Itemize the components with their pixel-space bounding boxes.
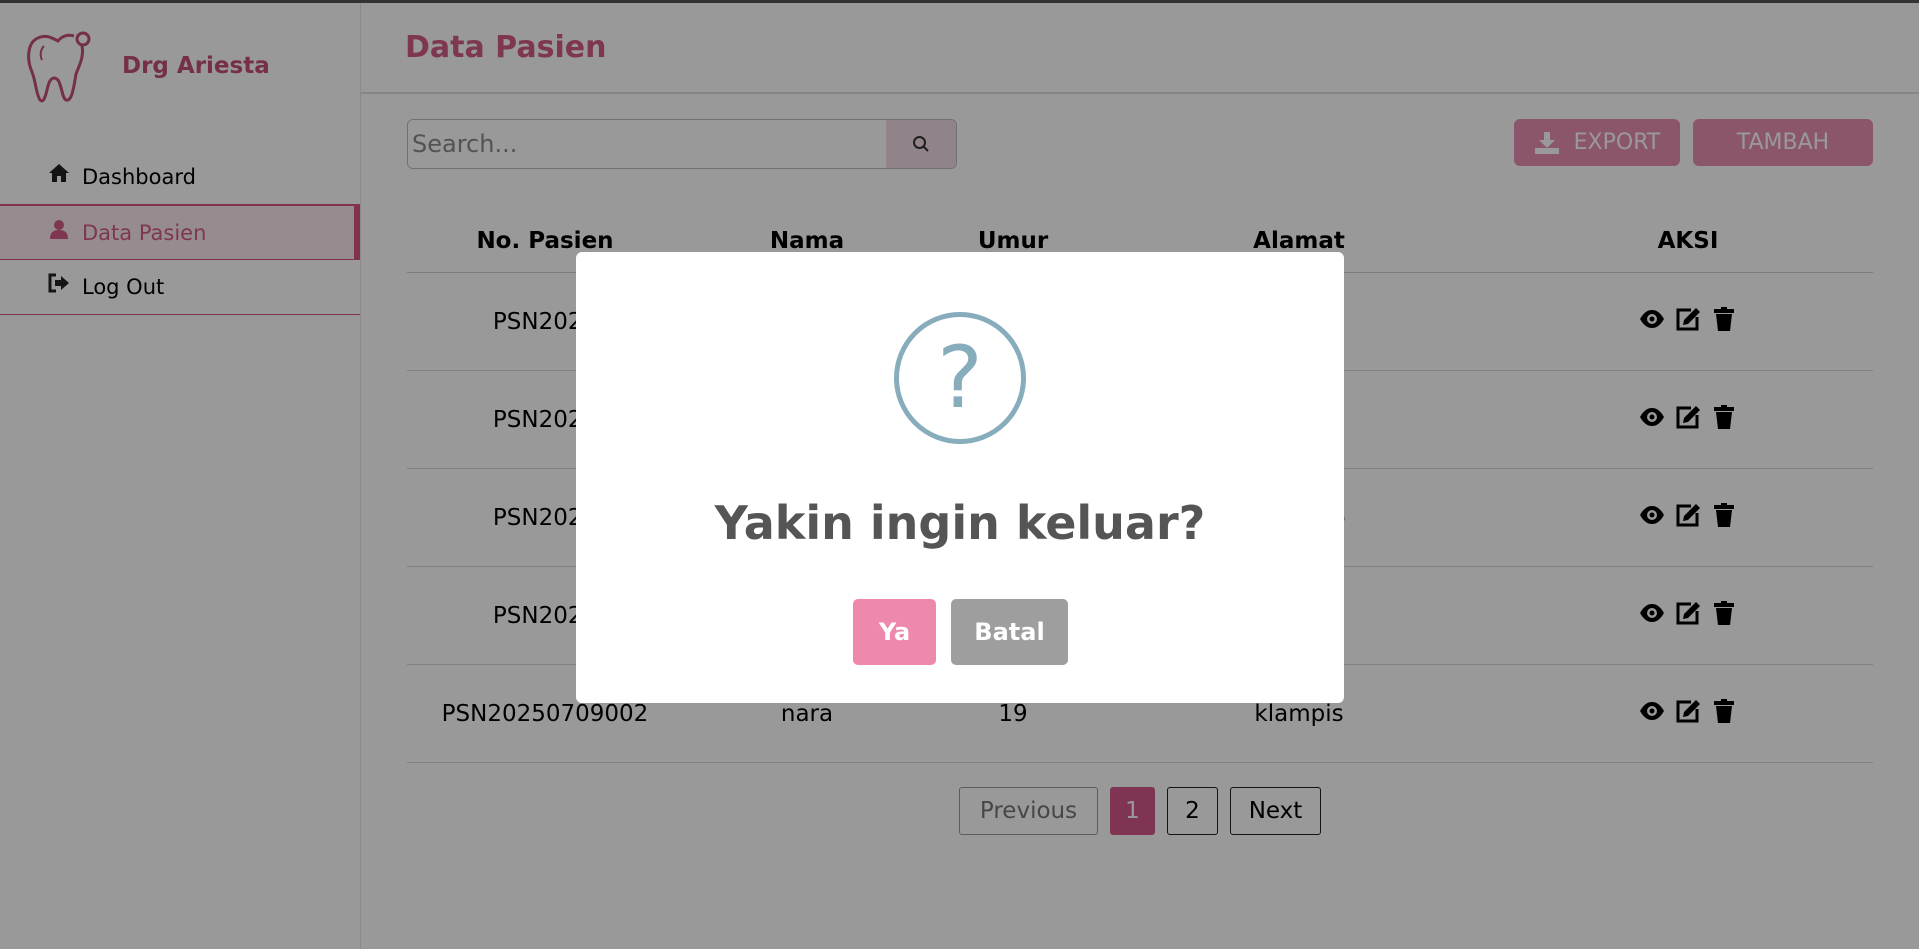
logout-confirm-dialog: ? Yakin ingin keluar? Ya Batal (576, 252, 1344, 703)
question-icon: ? (894, 312, 1026, 444)
confirm-button[interactable]: Ya (853, 599, 936, 665)
cancel-button[interactable]: Batal (951, 599, 1068, 665)
question-mark-glyph: ? (937, 328, 983, 428)
dialog-title: Yakin ingin keluar? (714, 496, 1206, 550)
